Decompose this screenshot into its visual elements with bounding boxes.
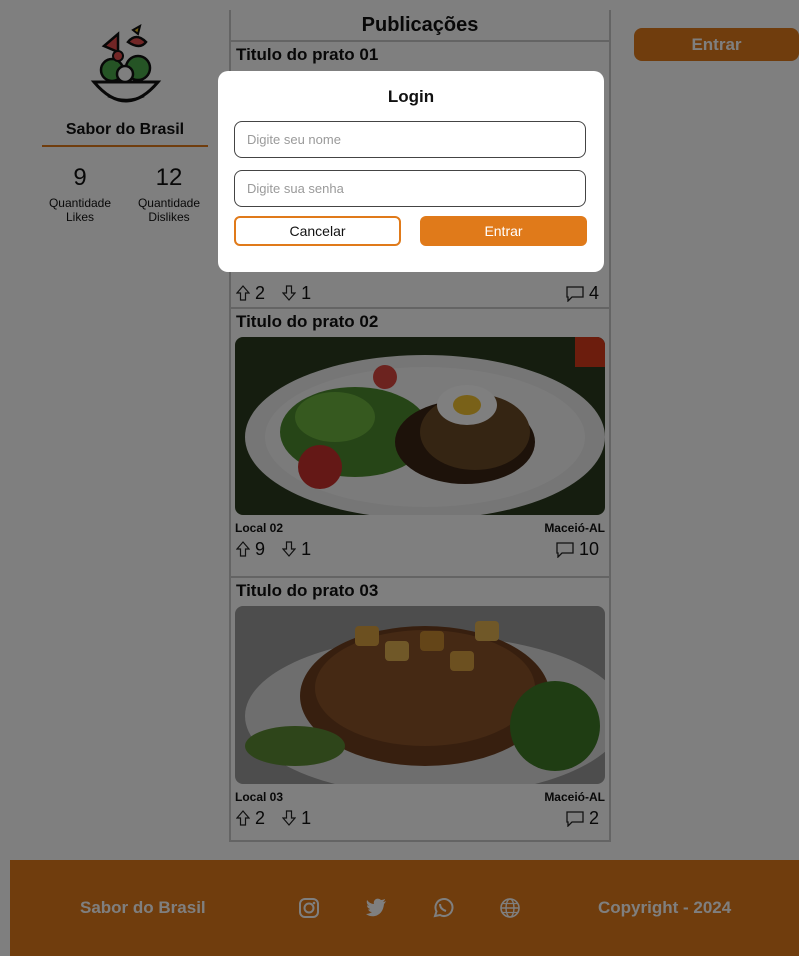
login-modal: Login Cancelar Entrar [218, 71, 604, 272]
password-field[interactable] [234, 170, 586, 207]
username-field[interactable] [234, 121, 586, 158]
login-modal-title: Login [387, 87, 435, 106]
login-submit-button[interactable]: Entrar [420, 216, 587, 246]
cancel-button[interactable]: Cancelar [234, 216, 401, 246]
